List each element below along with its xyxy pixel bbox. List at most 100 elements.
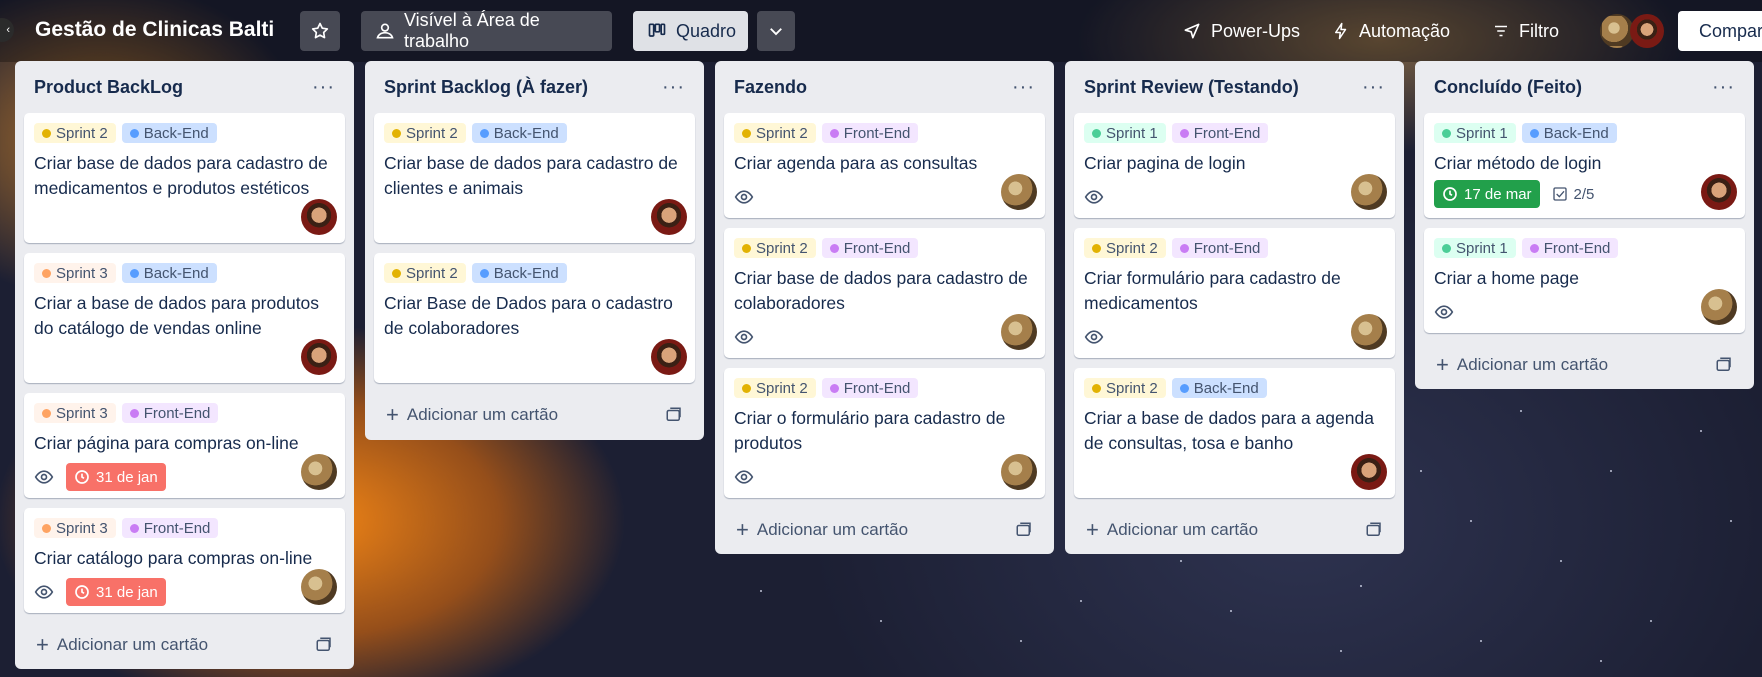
label-backend: Back-End <box>121 263 217 283</box>
eye-icon <box>734 470 754 484</box>
plus-icon: + <box>386 402 399 427</box>
card[interactable]: Sprint 2 Back-End Criar base de dados pa… <box>24 113 345 243</box>
member-avatar[interactable] <box>651 199 687 235</box>
label-backend: Back-End <box>471 263 567 283</box>
plus-icon: + <box>736 517 749 542</box>
star-board-button[interactable] <box>300 11 340 51</box>
label-frontend: Front-End <box>1521 238 1619 258</box>
create-from-template-icon[interactable] <box>1715 356 1733 374</box>
card-title: Criar catálogo para compras on-line <box>34 548 313 568</box>
card-title: Criar pagina de login <box>1084 153 1246 173</box>
list-header: Fazendo ··· <box>724 61 1045 113</box>
workspace-visibility-icon <box>376 23 394 39</box>
list-title[interactable]: Concluído (Feito) <box>1434 77 1582 98</box>
card-title: Criar o formulário para cadastro de prod… <box>734 408 1006 453</box>
eye-icon <box>1084 190 1104 204</box>
eye-icon <box>1084 330 1104 344</box>
add-card-button[interactable]: + Adicionar um cartão <box>736 517 908 543</box>
add-card-button[interactable]: + Adicionar um cartão <box>36 632 208 658</box>
member-avatar[interactable] <box>301 454 337 490</box>
card-title: Criar a home page <box>1434 268 1579 288</box>
more-options-icon[interactable]: ··· <box>662 77 685 97</box>
create-from-template-icon[interactable] <box>665 406 683 424</box>
eye-icon <box>734 190 754 204</box>
label-sprint: Sprint 2 <box>1084 378 1166 398</box>
label-backend: Back-End <box>471 123 567 143</box>
card[interactable]: Sprint 1 Back-End Criar método de login … <box>1424 113 1745 218</box>
card[interactable]: Sprint 2 Back-End Criar a base de dados … <box>1074 368 1395 498</box>
member-avatar[interactable] <box>1630 14 1664 48</box>
card[interactable]: Sprint 2 Back-End Criar base de dados pa… <box>374 113 695 243</box>
lightning-icon <box>1335 22 1347 40</box>
member-avatar[interactable] <box>1701 289 1737 325</box>
member-avatar[interactable] <box>301 569 337 605</box>
plus-icon: + <box>1086 517 1099 542</box>
share-button[interactable]: Compartilhar <box>1678 11 1762 51</box>
list-title[interactable]: Product BackLog <box>34 77 183 98</box>
card-title: Criar método de login <box>1434 153 1602 173</box>
member-avatar[interactable] <box>1001 454 1037 490</box>
card[interactable]: Sprint 1 Front-End Criar pagina de login <box>1074 113 1395 218</box>
member-avatar[interactable] <box>1351 314 1387 350</box>
automation-label: Automação <box>1359 20 1451 41</box>
list-product-backlog: Product BackLog ··· Sprint 2 Back-End Cr… <box>15 61 354 669</box>
member-avatar[interactable] <box>1001 314 1037 350</box>
more-options-icon[interactable]: ··· <box>312 77 335 97</box>
filter-icon <box>1495 25 1507 37</box>
member-avatar[interactable] <box>1600 14 1634 48</box>
sidebar-toggle-button[interactable]: ‹ <box>0 18 14 42</box>
card[interactable]: Sprint 2 Front-End Criar o formulário pa… <box>724 368 1045 498</box>
list-title[interactable]: Sprint Review (Testando) <box>1084 77 1299 98</box>
star-icon <box>311 22 329 39</box>
label-sprint: Sprint 2 <box>734 123 816 143</box>
member-avatar[interactable] <box>301 199 337 235</box>
card[interactable]: Sprint 2 Front-End Criar formulário para… <box>1074 228 1395 358</box>
create-from-template-icon[interactable] <box>1015 521 1033 539</box>
member-avatar[interactable] <box>301 339 337 375</box>
more-options-icon[interactable]: ··· <box>1012 77 1035 97</box>
view-dropdown-button[interactable] <box>757 11 795 51</box>
list-title[interactable]: Fazendo <box>734 77 807 98</box>
label-frontend: Front-End <box>821 123 919 143</box>
filter-button[interactable]: Filtro <box>1478 11 1573 51</box>
add-card-button[interactable]: + Adicionar um cartão <box>386 402 558 428</box>
list-title[interactable]: Sprint Backlog (À fazer) <box>384 77 588 98</box>
create-from-template-icon[interactable] <box>315 636 333 654</box>
view-switcher-board[interactable]: Quadro <box>633 11 748 51</box>
due-date-badge[interactable]: 31 de jan <box>66 463 166 491</box>
plus-icon: + <box>1436 352 1449 377</box>
card[interactable]: Sprint 3 Front-End Criar página para com… <box>24 393 345 498</box>
create-from-template-icon[interactable] <box>1365 521 1383 539</box>
board-members[interactable] <box>1600 14 1664 48</box>
eye-icon <box>1434 305 1454 319</box>
member-avatar[interactable] <box>1351 174 1387 210</box>
add-card-row: + Adicionar um cartão <box>374 393 695 437</box>
card-title: Criar a base de dados para a agenda de c… <box>1084 408 1374 453</box>
member-avatar[interactable] <box>651 339 687 375</box>
card[interactable]: Sprint 3 Front-End Criar catálogo para c… <box>24 508 345 613</box>
label-frontend: Front-End <box>121 403 219 423</box>
clock-icon <box>75 585 89 599</box>
add-card-button[interactable]: + Adicionar um cartão <box>1436 352 1608 378</box>
share-label: Compartilhar <box>1699 20 1762 41</box>
card[interactable]: Sprint 3 Back-End Criar a base de dados … <box>24 253 345 383</box>
add-card-button[interactable]: + Adicionar um cartão <box>1086 517 1258 543</box>
card[interactable]: Sprint 2 Front-End Criar base de dados p… <box>724 228 1045 358</box>
more-options-icon[interactable]: ··· <box>1362 77 1385 97</box>
card[interactable]: Sprint 1 Front-End Criar a home page <box>1424 228 1745 333</box>
due-date-complete-badge[interactable]: 17 de mar <box>1434 180 1540 208</box>
due-date-badge[interactable]: 31 de jan <box>66 578 166 606</box>
member-avatar[interactable] <box>1001 174 1037 210</box>
card-title: Criar base de dados para cadastro de col… <box>734 268 1028 313</box>
automation-button[interactable]: Automação <box>1318 11 1464 51</box>
label-sprint: Sprint 1 <box>1084 123 1166 143</box>
board-title[interactable]: Gestão de Clinicas Balti <box>35 18 274 42</box>
powerups-button[interactable]: Power-Ups <box>1168 11 1314 51</box>
card[interactable]: Sprint 2 Front-End Criar agenda para as … <box>724 113 1045 218</box>
more-options-icon[interactable]: ··· <box>1712 77 1735 97</box>
member-avatar[interactable] <box>1701 174 1737 210</box>
card[interactable]: Sprint 2 Back-End Criar Base de Dados pa… <box>374 253 695 383</box>
visibility-button[interactable]: Visível à Área de trabalho <box>361 10 612 51</box>
member-avatar[interactable] <box>1351 454 1387 490</box>
list-header: Concluído (Feito) ··· <box>1424 61 1745 113</box>
